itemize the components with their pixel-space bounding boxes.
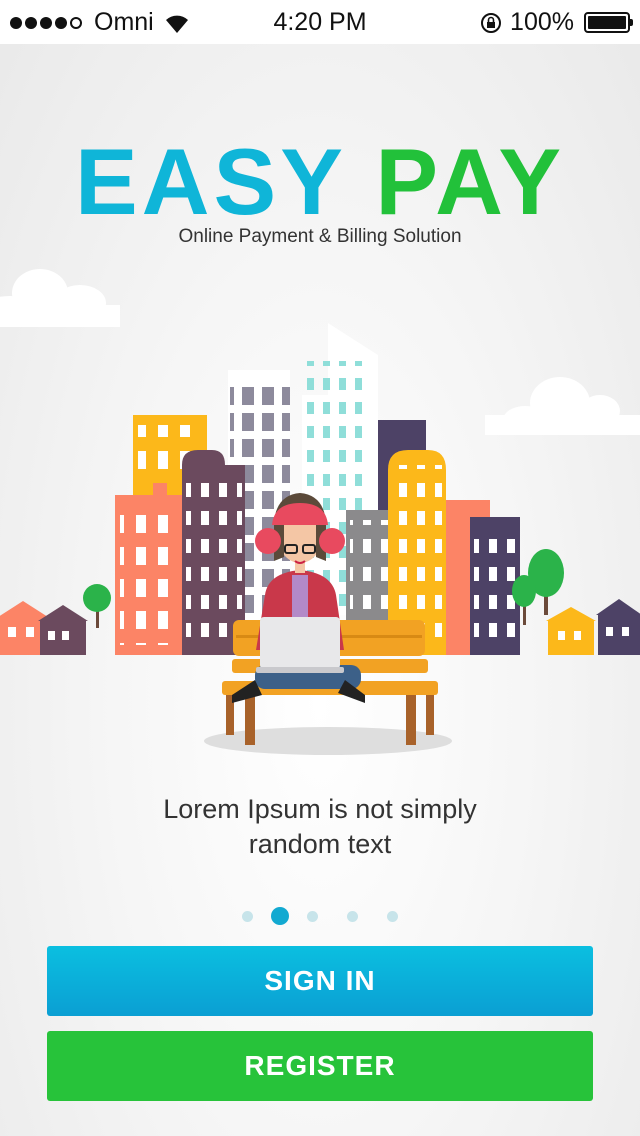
battery-percentage: 100% bbox=[510, 8, 574, 36]
page-dot-4[interactable] bbox=[347, 911, 358, 922]
onboarding-caption: Lorem Ipsum is not simply random text bbox=[163, 794, 477, 859]
logo-word-easy: EASY bbox=[74, 129, 346, 234]
page-dot-2-active[interactable] bbox=[271, 907, 289, 925]
app-tagline: Online Payment & Billing Solution bbox=[178, 226, 462, 247]
page-dot-5[interactable] bbox=[387, 911, 398, 922]
status-bar: Omni 4:20 PM 100% bbox=[0, 0, 640, 44]
app-logo: EASY PAY bbox=[0, 132, 640, 232]
page-dot-1[interactable] bbox=[242, 911, 253, 922]
status-right: 100% bbox=[480, 8, 633, 37]
house-purple-right bbox=[596, 599, 640, 655]
logo-word-pay: PAY bbox=[375, 129, 566, 234]
sign-in-button[interactable]: SIGN IN bbox=[47, 946, 593, 1016]
battery-icon bbox=[584, 12, 633, 33]
house-yellow-right bbox=[546, 607, 596, 655]
cloud-left bbox=[0, 269, 120, 327]
rotation-lock-icon bbox=[481, 12, 502, 33]
city-illustration bbox=[0, 269, 640, 755]
register-button[interactable]: REGISTER bbox=[47, 1031, 593, 1101]
cloud-right bbox=[485, 377, 640, 435]
page-dot-3[interactable] bbox=[307, 911, 318, 922]
house-purple-left bbox=[38, 605, 88, 655]
tree-left bbox=[83, 584, 111, 628]
page-indicator bbox=[0, 907, 640, 927]
